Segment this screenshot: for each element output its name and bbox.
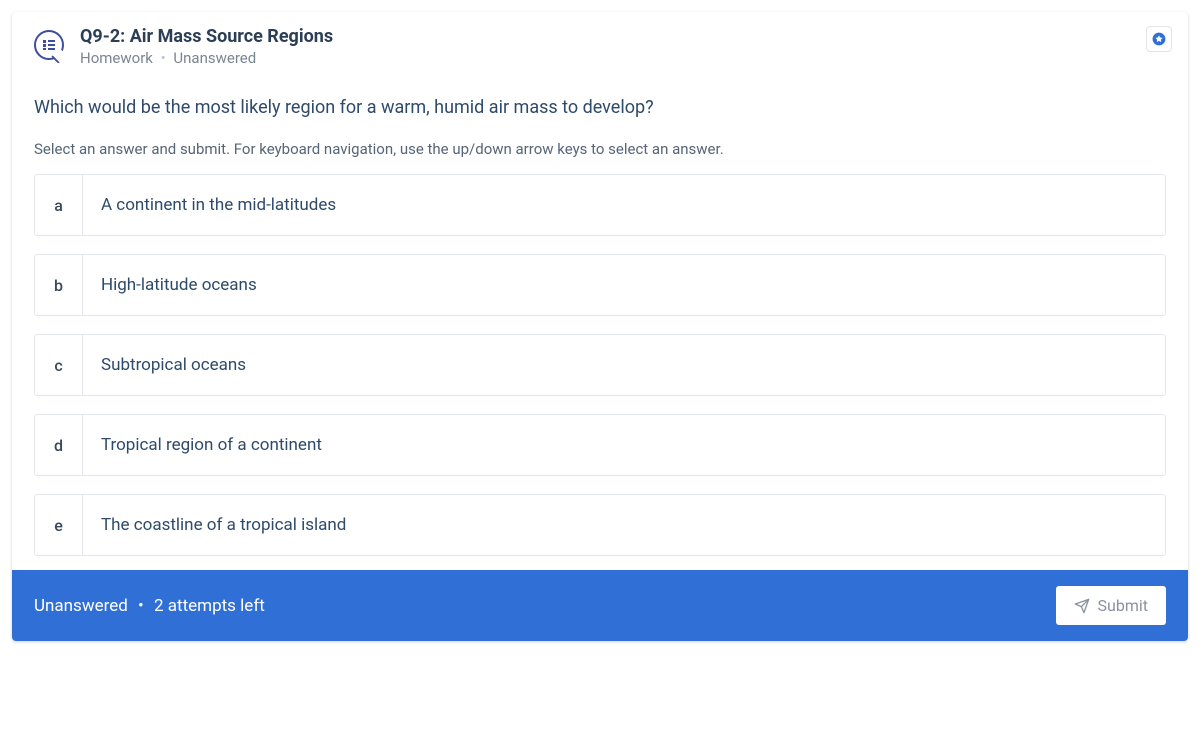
send-icon	[1074, 598, 1090, 614]
answer-option-a[interactable]: a A continent in the mid-latitudes	[34, 174, 1166, 236]
option-letter: c	[35, 335, 83, 395]
multiple-choice-icon	[34, 30, 64, 60]
answer-option-c[interactable]: c Subtropical oceans	[34, 334, 1166, 396]
question-meta: Homework • Unanswered	[80, 49, 1146, 67]
meta-separator: •	[161, 49, 166, 67]
option-letter: b	[35, 255, 83, 315]
submit-label: Submit	[1098, 596, 1148, 615]
option-text: Subtropical oceans	[83, 335, 1165, 395]
question-header: Q9-2: Air Mass Source Regions Homework •…	[12, 12, 1188, 71]
answer-option-e[interactable]: e The coastline of a tropical island	[34, 494, 1166, 556]
footer-status: Unanswered • 2 attempts left	[34, 596, 265, 616]
submit-button[interactable]: Submit	[1056, 586, 1166, 625]
question-body: Which would be the most likely region fo…	[12, 71, 1188, 570]
star-icon	[1152, 32, 1166, 46]
option-text: A continent in the mid-latitudes	[83, 175, 1165, 235]
category-label: Homework	[80, 49, 153, 67]
option-letter: e	[35, 495, 83, 555]
bookmark-button[interactable]	[1146, 26, 1172, 52]
instructions-text: Select an answer and submit. For keyboar…	[34, 140, 1166, 158]
attempts-left: 2 attempts left	[154, 596, 265, 616]
option-text: The coastline of a tropical island	[83, 495, 1165, 555]
question-title: Q9-2: Air Mass Source Regions	[80, 26, 1146, 47]
option-letter: d	[35, 415, 83, 475]
question-prompt: Which would be the most likely region fo…	[34, 97, 1166, 118]
option-letter: a	[35, 175, 83, 235]
status-label: Unanswered	[173, 49, 256, 67]
question-footer: Unanswered • 2 attempts left Submit	[12, 570, 1188, 641]
answer-option-b[interactable]: b High-latitude oceans	[34, 254, 1166, 316]
question-card: Q9-2: Air Mass Source Regions Homework •…	[12, 12, 1188, 641]
footer-status-text: Unanswered	[34, 596, 128, 616]
option-text: High-latitude oceans	[83, 255, 1165, 315]
title-block: Q9-2: Air Mass Source Regions Homework •…	[80, 26, 1146, 67]
footer-separator: •	[138, 596, 144, 616]
option-text: Tropical region of a continent	[83, 415, 1165, 475]
answer-option-d[interactable]: d Tropical region of a continent	[34, 414, 1166, 476]
